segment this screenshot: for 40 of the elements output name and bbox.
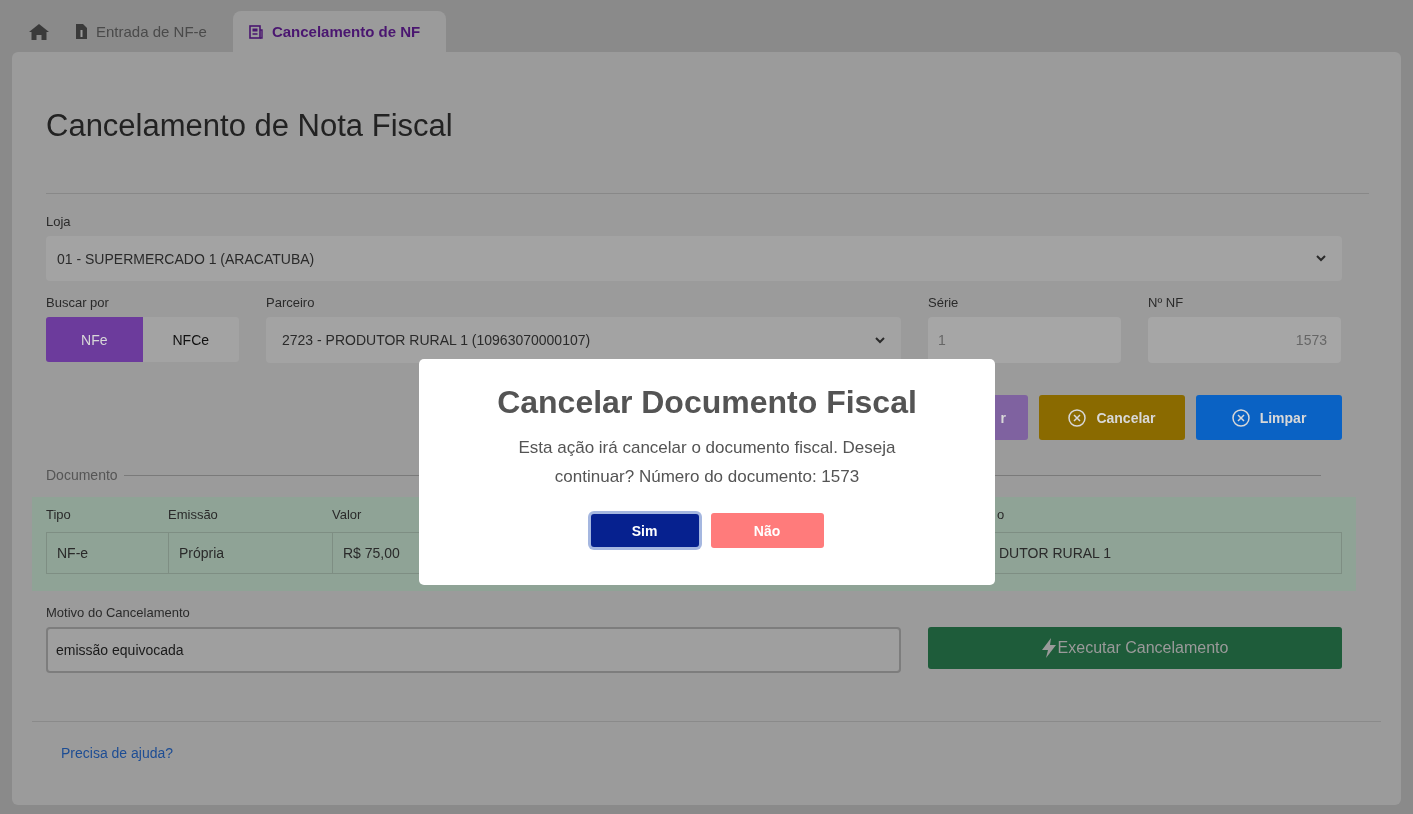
field-label: Parceiro [266, 295, 316, 311]
field-label: Loja [46, 214, 72, 230]
document-icon [248, 24, 263, 39]
chevron-down-icon [1316, 255, 1326, 262]
reason-field[interactable]: emissão equivocada [46, 627, 901, 673]
field-label: Nº NF [1148, 295, 1185, 311]
column-header: Valor [332, 507, 362, 522]
chevron-down-icon [875, 336, 885, 344]
clear-button[interactable]: Limpar [1196, 395, 1342, 440]
field-label: Série [928, 295, 960, 311]
column-header: o [997, 507, 1005, 522]
lightning-icon [1041, 638, 1056, 658]
page-title: Cancelamento de Nota Fiscal [46, 107, 454, 145]
execute-button[interactable]: Executar Cancelamento [928, 627, 1342, 669]
dialog-message: Esta ação irá cancelar o documento fiscal. Deseja continuar? Número do documento: 1573 [517, 437, 897, 488]
tab[interactable]: Entrada de NF-e [62, 11, 233, 52]
toggle-option[interactable]: NFe [46, 317, 143, 362]
table-cell-text: DUTOR RURAL 1 [998, 544, 1113, 563]
store-select[interactable]: 01 - SUPERMERCADO 1 (ARACATUBA) [46, 236, 1342, 281]
dialog-title: Cancelar Documento Fiscal [497, 383, 917, 422]
cancel-button[interactable]: Cancelar [1039, 395, 1185, 440]
partner-select[interactable]: 2723 - PRODUTOR RURAL 1 (10963070000107) [266, 317, 901, 363]
column-header: Emissão [168, 507, 218, 522]
table-cell: Própria [169, 533, 333, 573]
toggle-option[interactable]: NFCe [142, 317, 239, 362]
field-label: Motivo do Cancelamento [46, 605, 191, 621]
section-legend: Documento [46, 467, 118, 483]
table-cell: NF-e [47, 533, 169, 573]
confirm-button[interactable]: Sim [590, 514, 699, 547]
circle-x-icon [1231, 408, 1250, 427]
circle-x-icon [1068, 408, 1087, 427]
series-field[interactable]: 1 [928, 317, 1121, 363]
help-link[interactable]: Precisa de ajuda? [61, 745, 174, 761]
column-header: Tipo [46, 507, 71, 522]
number-field[interactable]: 1573 [1148, 317, 1341, 363]
tab[interactable]: Cancelamento de NF [232, 11, 447, 52]
field-label: Buscar por [46, 295, 110, 311]
invoice-icon [76, 24, 87, 39]
cancel-button[interactable]: Não [710, 513, 824, 548]
home-icon [28, 22, 50, 41]
